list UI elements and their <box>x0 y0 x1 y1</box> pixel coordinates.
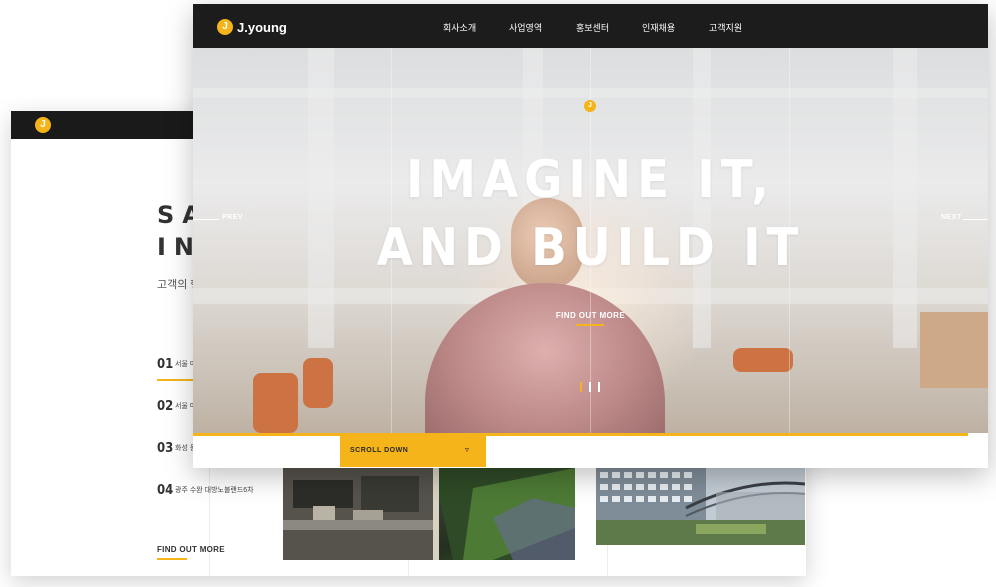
hero-bottom-accent <box>193 433 968 436</box>
hero-headline-line2: AND BUILD IT <box>376 218 805 278</box>
triangle-down-icon: ▿ <box>465 445 470 454</box>
next-button[interactable]: NEXT <box>941 214 962 221</box>
nav-item-pr-center[interactable]: 홍보센터 <box>576 21 609 34</box>
site-number: 01 <box>157 357 174 372</box>
building-illustration <box>596 468 805 545</box>
nav-item-company[interactable]: 회사소개 <box>443 21 476 34</box>
scroll-down-button[interactable]: SCROLL DOWN ▿ <box>340 435 486 467</box>
hero-banner: J IMAGINE IT, AND BUILD IT FIND OUT MORE… <box>193 48 988 433</box>
logo-icon: J <box>217 19 233 35</box>
prev-arrow-line <box>193 219 219 220</box>
next-arrow-line <box>963 219 988 220</box>
hero-logo-icon: J <box>584 100 596 112</box>
find-out-more-link[interactable]: FIND OUT MORE <box>193 311 988 320</box>
site-number: 04 <box>157 483 174 498</box>
slide-indicator-active[interactable] <box>580 382 582 392</box>
nav-item-recruit[interactable]: 인재채용 <box>642 21 675 34</box>
back-logo-icon[interactable]: J <box>35 117 51 133</box>
site-number: 02 <box>157 399 174 414</box>
terrace-illustration <box>283 468 575 560</box>
back-find-out-more-link[interactable]: FIND OUT MORE <box>157 545 225 554</box>
scroll-down-label: SCROLL DOWN <box>350 447 409 454</box>
brand-logo[interactable]: J J.young <box>217 18 287 36</box>
prev-button[interactable]: PREV <box>222 214 243 221</box>
front-window: J J.young 회사소개 사업영역 홍보센터 인재채용 고객지원 J IMA… <box>193 4 988 468</box>
top-navbar: J J.young 회사소개 사업영역 홍보센터 인재채용 고객지원 <box>193 4 988 48</box>
slide-indicator[interactable] <box>589 382 591 392</box>
slide-indicator[interactable] <box>598 382 600 392</box>
site-label: 광주 수완 대방노블랜드6차 <box>175 487 254 494</box>
project-photo-building[interactable] <box>596 468 805 545</box>
site-number: 03 <box>157 441 174 456</box>
hero-headline-line1: IMAGINE IT, <box>405 150 775 210</box>
find-out-more-underline <box>576 324 604 326</box>
nav-item-support[interactable]: 고객지원 <box>709 21 742 34</box>
nav-item-business[interactable]: 사업영역 <box>509 21 542 34</box>
logo-text: J.young <box>237 19 287 35</box>
project-photo-terrace[interactable] <box>283 468 575 560</box>
back-find-out-more-underline <box>157 558 187 560</box>
